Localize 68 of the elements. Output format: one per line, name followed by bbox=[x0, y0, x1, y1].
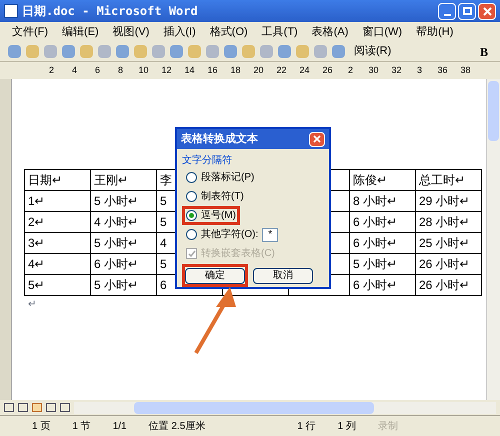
status-text: 录制 bbox=[378, 420, 398, 434]
table-cell: 6 小时↵ bbox=[350, 233, 416, 254]
status-text: 1 节 bbox=[72, 420, 91, 434]
ruler-number: 10 bbox=[137, 64, 150, 77]
group-label: 文字分隔符 bbox=[182, 154, 233, 168]
dialog-title: 表格转换成文本 bbox=[181, 132, 258, 147]
table-cell: 5 小时↵ bbox=[91, 191, 157, 212]
dialog-button[interactable]: 取消 bbox=[253, 268, 313, 284]
table-cell: 5 小时↵ bbox=[91, 233, 157, 254]
menu-item[interactable]: 视图(V) bbox=[112, 24, 150, 40]
menu-item[interactable]: 插入(I) bbox=[163, 24, 196, 40]
ruler-number: 16 bbox=[206, 64, 218, 77]
table-cell: 王刚↵ bbox=[91, 170, 157, 191]
bold-button[interactable]: B bbox=[476, 42, 492, 60]
ruler-number: 14 bbox=[183, 64, 196, 77]
dialog-button[interactable]: 确定 bbox=[185, 268, 245, 284]
ruler-number: 24 bbox=[298, 64, 310, 77]
table-cell: 26 小时↵ bbox=[416, 275, 482, 296]
menu-item[interactable]: 编辑(E) bbox=[62, 24, 99, 40]
table-cell: 6 小时↵ bbox=[91, 254, 157, 275]
status-text: 1 列 bbox=[338, 420, 356, 434]
table-cell: 25 小时↵ bbox=[416, 233, 482, 254]
status-text: 位置 2.5厘米 bbox=[148, 420, 206, 434]
table-cell: 3↵ bbox=[25, 233, 91, 254]
status-text: 1/1 bbox=[112, 420, 127, 434]
menu-item[interactable]: 格式(O) bbox=[210, 24, 248, 40]
ruler-number: 2 bbox=[48, 64, 55, 77]
ruler-number: 8 bbox=[116, 64, 124, 77]
status-text: 1 页 bbox=[32, 420, 50, 434]
table-cell: 5↵ bbox=[25, 275, 91, 296]
ruler-number: 4 bbox=[70, 64, 78, 77]
table-cell: 1↵ bbox=[25, 191, 91, 212]
other-character-field[interactable]: * bbox=[262, 228, 278, 242]
table-cell: 29 小时↵ bbox=[416, 191, 482, 212]
menu-item[interactable]: 帮助(H) bbox=[416, 24, 454, 40]
ruler-number: 26 bbox=[321, 64, 334, 77]
ruler-number: 20 bbox=[252, 64, 264, 77]
table-cell: 6 小时↵ bbox=[350, 275, 416, 296]
ruler-number: 6 bbox=[94, 64, 101, 77]
status-text: 1 行 bbox=[297, 420, 316, 434]
table-cell: 4↵ bbox=[25, 254, 91, 275]
ruler-number: 18 bbox=[229, 64, 242, 77]
table-cell: 陈俊↵ bbox=[350, 170, 416, 191]
ruler-number: 38 bbox=[459, 64, 472, 77]
table-cell: 26 小时↵ bbox=[416, 254, 482, 275]
table-cell: 总工时↵ bbox=[416, 170, 482, 191]
ruler-number: 30 bbox=[367, 64, 380, 77]
window-title: 日期.doc - Microsoft Word bbox=[22, 3, 198, 20]
table-cell: 4 小时↵ bbox=[91, 212, 157, 233]
paragraph-mark: ↵ bbox=[27, 299, 36, 310]
table-cell: 5 小时↵ bbox=[91, 275, 157, 296]
table-cell: 日期↵ bbox=[25, 170, 91, 191]
menu-item[interactable]: 工具(T) bbox=[262, 24, 298, 40]
table-cell: 5 小时↵ bbox=[350, 254, 416, 275]
ruler-number: 36 bbox=[436, 64, 448, 77]
menu-item[interactable]: 文件(F) bbox=[12, 24, 48, 40]
ruler-number: 3 bbox=[416, 64, 423, 77]
table-cell: 6 小时↵ bbox=[350, 212, 416, 233]
ruler-number: 32 bbox=[390, 64, 402, 77]
ruler-number: 2 bbox=[346, 64, 354, 77]
ruler-number: 12 bbox=[160, 64, 172, 77]
ruler-number: 22 bbox=[275, 64, 288, 77]
menu-item[interactable]: 窗口(W) bbox=[362, 24, 402, 40]
table-cell: 28 小时↵ bbox=[416, 212, 482, 233]
read-button[interactable]: 阅读(R) bbox=[350, 43, 396, 60]
table-cell: 8 小时↵ bbox=[350, 191, 416, 212]
table-cell: 2↵ bbox=[25, 212, 91, 233]
menu-item[interactable]: 表格(A) bbox=[312, 24, 348, 40]
